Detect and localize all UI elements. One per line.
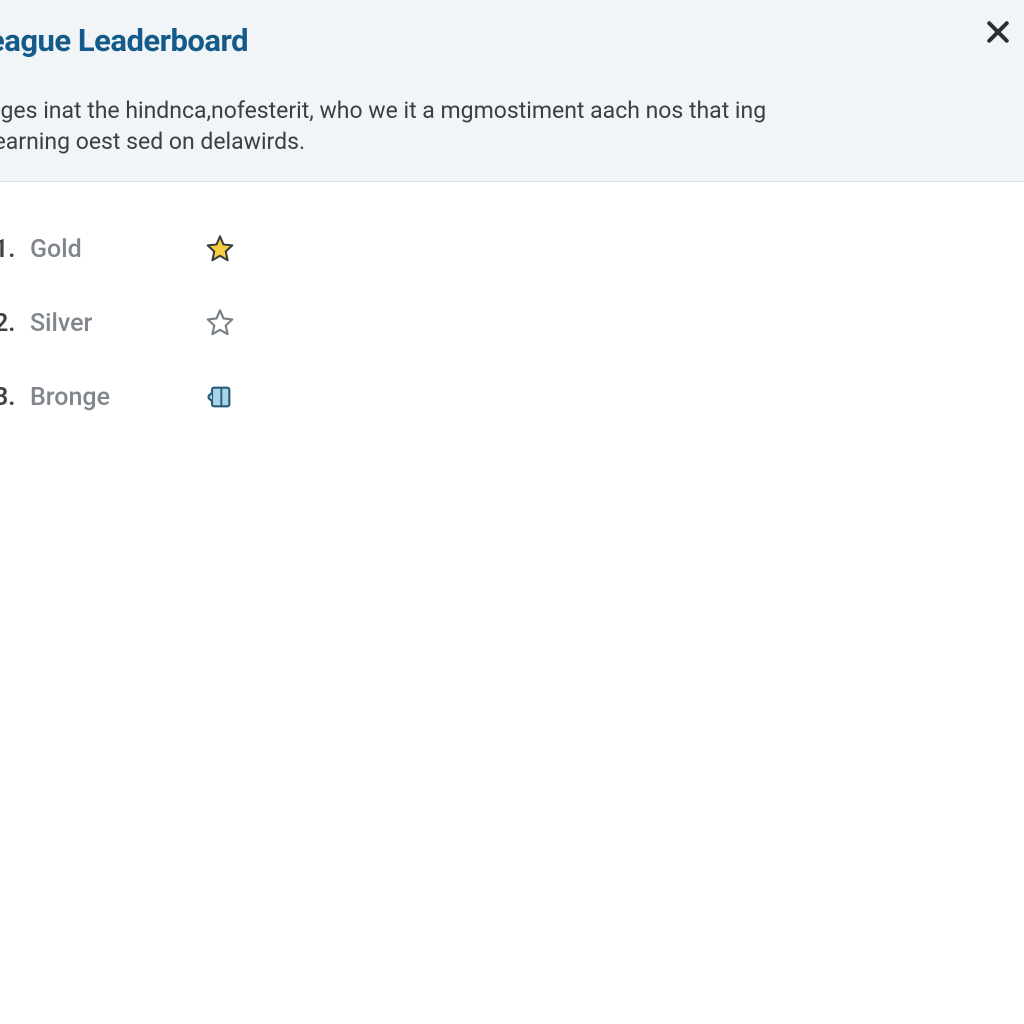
page-subtitle: ages inat the hindnca,nofesterit, who we… <box>0 95 788 157</box>
page-title: eague Leaderboard <box>0 22 1024 59</box>
list-item: 3. Bronge <box>0 360 1024 434</box>
list-item: 2. Silver <box>0 286 1024 360</box>
rank-number: 1. <box>0 235 24 264</box>
close-button[interactable] <box>980 14 1016 50</box>
rank-number: 3. <box>0 383 24 412</box>
tier-label: Silver <box>30 309 190 338</box>
leaderboard-list: 1. Gold 2. Silver 3. Bronge <box>0 182 1024 434</box>
tier-label: Bronge <box>30 383 190 412</box>
rank-number: 2. <box>0 309 24 338</box>
close-icon <box>983 17 1013 47</box>
list-item: 1. Gold <box>0 212 1024 286</box>
star-filled-icon <box>202 231 238 267</box>
tier-label: Gold <box>30 235 190 264</box>
header: eague Leaderboard ages inat the hindnca,… <box>0 0 1024 182</box>
ticket-icon <box>202 379 238 415</box>
star-outline-icon <box>202 305 238 341</box>
